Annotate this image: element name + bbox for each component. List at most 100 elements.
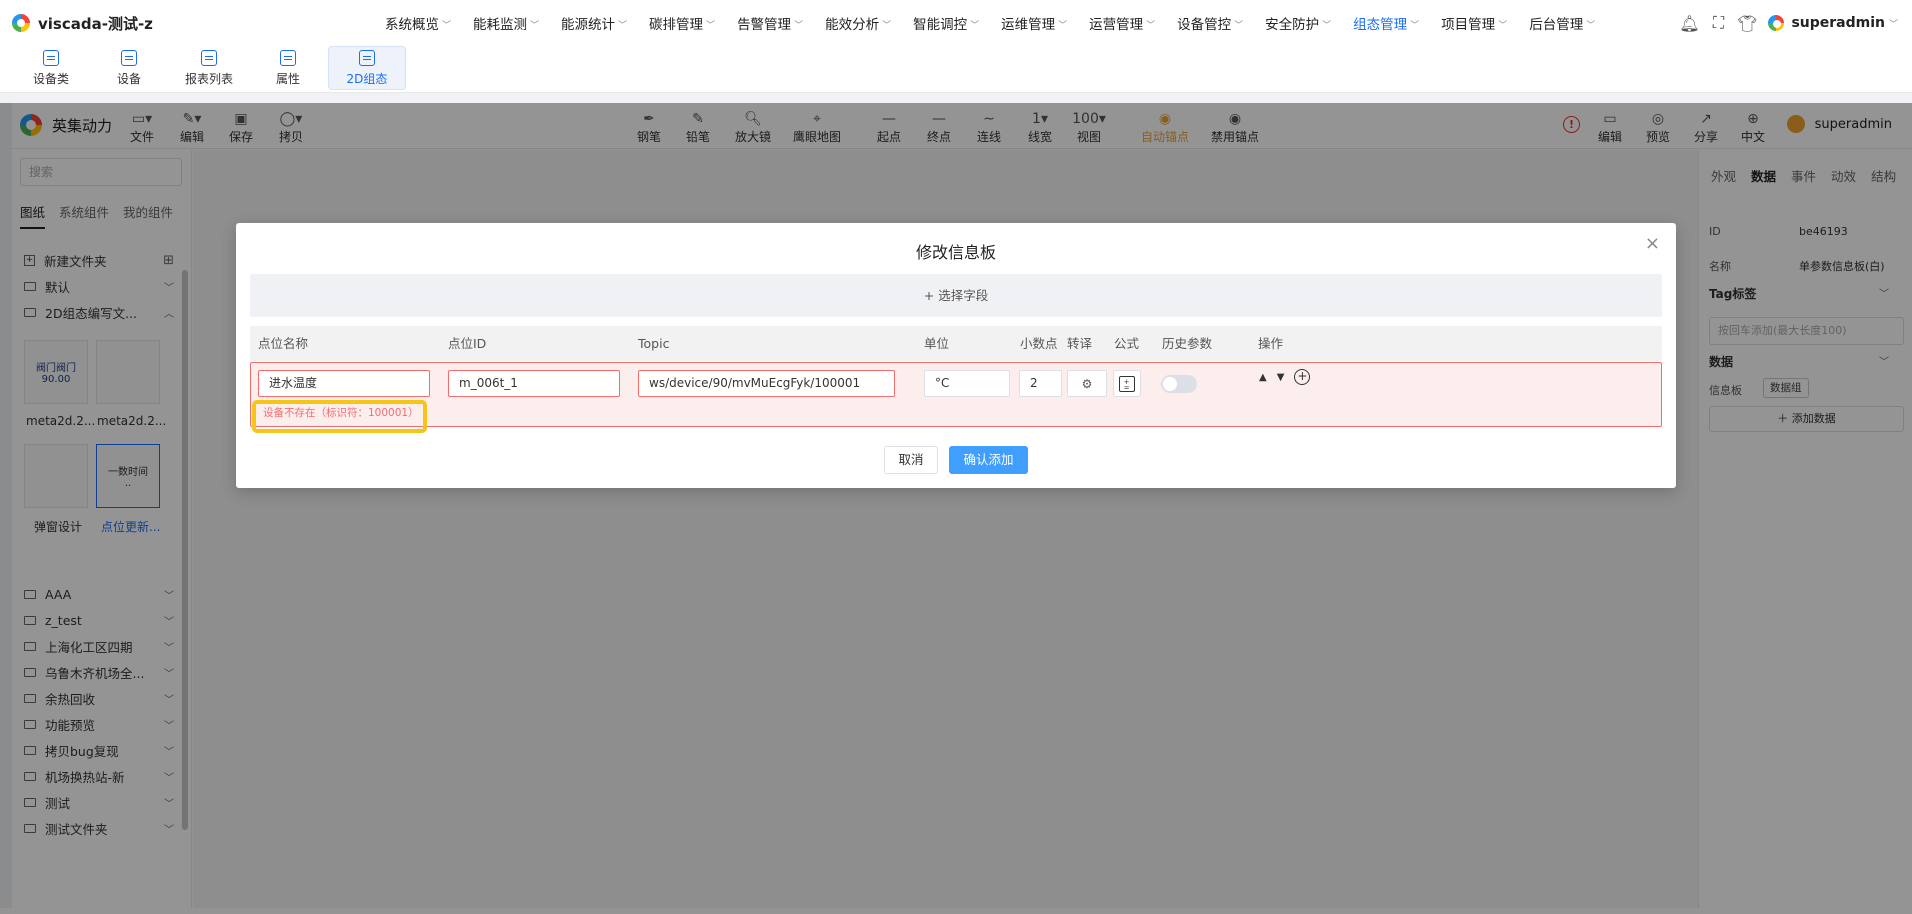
column-header: 历史参数 <box>1162 336 1213 351</box>
tab-device-class[interactable]: 设备类 <box>12 46 90 90</box>
app-logo-icon <box>12 14 30 32</box>
menu-item-label: 运维管理 <box>1001 17 1056 33</box>
column-header: 转译 <box>1067 336 1093 351</box>
menu-item-label: 系统概览 <box>385 17 439 33</box>
chevron-down-icon: ﹀ <box>442 20 452 31</box>
tab-label: 属性 <box>275 71 300 86</box>
bell-icon[interactable]: 🔔︎ <box>1679 14 1699 33</box>
menu-item-label: 能效分析 <box>825 17 880 33</box>
user-chevron-down-icon[interactable]: ﹀ <box>1889 17 1898 30</box>
chevron-down-icon: ﹀ <box>1234 20 1244 31</box>
select-field-button[interactable]: + 选择字段 <box>250 274 1662 317</box>
user-menu[interactable]: superadmin <box>1791 15 1885 31</box>
topic-input[interactable]: ws/device/90/mvMuEcgFyk/100001 <box>638 370 895 397</box>
menu-item[interactable]: 运营管理 ﹀ <box>1089 13 1155 33</box>
dialog-title: 修改信息板 <box>915 243 996 262</box>
chevron-down-icon: ﹀ <box>1498 20 1508 31</box>
move-up-icon[interactable]: ▲ <box>1259 372 1267 383</box>
menu-item-label: 设备管控 <box>1177 17 1232 33</box>
chevron-down-icon: ﹀ <box>1058 20 1068 31</box>
tab-label: 设备 <box>116 71 141 86</box>
point-id-input[interactable]: m_006t_1 <box>448 370 620 397</box>
tab-label: 2D组态 <box>346 71 388 86</box>
menu-item-label: 安全防护 <box>1265 17 1320 33</box>
translate-settings-icon[interactable]: ⚙ <box>1067 370 1107 397</box>
edit-info-board-dialog: 修改信息板 × + 选择字段 点位名称 点位ID Topic 单位 小数点 转译… <box>236 223 1676 488</box>
add-row-icon[interactable]: + <box>1294 369 1311 385</box>
move-down-icon[interactable]: ▼ <box>1277 372 1285 383</box>
tab-attributes[interactable]: 属性 <box>249 46 327 90</box>
column-header: 单位 <box>924 336 950 351</box>
menu-item[interactable]: 碳排管理 ﹀ <box>649 13 715 33</box>
menu-item-label: 能源统计 <box>561 17 616 33</box>
table-row: 进水温度 m_006t_1 ws/device/90/mvMuEcgFyk/10… <box>250 362 1662 427</box>
chevron-down-icon: ﹀ <box>970 20 980 31</box>
chevron-down-icon: ﹀ <box>530 20 540 31</box>
menu-item[interactable]: 安全防护 ﹀ <box>1265 13 1331 33</box>
chevron-down-icon: ﹀ <box>1322 20 1332 31</box>
confirm-add-button[interactable]: 确认添加 <box>949 446 1028 474</box>
menu-item-label: 碳排管理 <box>649 17 704 33</box>
device-icon <box>121 49 137 66</box>
column-header: 公式 <box>1114 336 1140 351</box>
menu-item[interactable]: 设备管控 ﹀ <box>1177 13 1243 33</box>
attributes-icon <box>280 49 296 66</box>
column-header: 点位名称 <box>258 336 309 351</box>
decimals-input[interactable]: 2 <box>1019 370 1062 397</box>
main-menu: 系统概览 ﹀ 能耗监测 ﹀ 能源统计 ﹀ 碳排管理 ﹀ 告警管理 ﹀ 能效分析 ﹀ 智能调控 ﹀ 运维管理 ﹀… <box>385 0 1617 46</box>
sub-tabs: 设备类 设备 报表列表 属性 2D组态 <box>0 46 1912 93</box>
tab-2d-scada[interactable]: 2D组态 <box>328 46 406 90</box>
menu-item[interactable]: 系统概览 ﹀ <box>385 13 451 33</box>
fullscreen-icon[interactable]: ⛶ <box>1709 13 1727 32</box>
brand[interactable]: viscada-测试-z <box>12 13 153 34</box>
menu-item[interactable]: 运维管理 ﹀ <box>1001 13 1067 33</box>
menu-item[interactable]: 后台管理 ﹀ <box>1529 13 1595 33</box>
close-icon[interactable]: × <box>1645 233 1660 254</box>
chevron-down-icon: ﹀ <box>706 20 716 31</box>
formula-calculator-icon[interactable]: + = <box>1113 370 1141 397</box>
chevron-down-icon: ﹀ <box>1146 20 1156 31</box>
top-right-tools: 🔔︎ ⛶ 👕︎ superadmin ﹀ <box>1669 0 1898 46</box>
column-header: 点位ID <box>448 336 487 351</box>
menu-item[interactable]: 能效分析 ﹀ <box>825 13 891 33</box>
column-header: Topic <box>638 336 670 351</box>
menu-item-label: 智能调控 <box>913 17 968 33</box>
chevron-down-icon: ﹀ <box>882 20 892 31</box>
tab-device[interactable]: 设备 <box>90 46 168 90</box>
tab-report-list[interactable]: 报表列表 <box>170 46 248 90</box>
table-header: 点位名称 点位ID Topic 单位 小数点 转译 公式 历史参数 操作 <box>250 326 1662 361</box>
menu-item-label: 能耗监测 <box>473 17 528 33</box>
chevron-down-icon: ﹀ <box>794 20 804 31</box>
row-operations: ▲ ▼ + <box>1259 369 1311 385</box>
2d-scada-icon <box>359 49 375 66</box>
menu-item[interactable]: 项目管理 ﹀ <box>1441 13 1507 33</box>
menu-item[interactable]: 能源统计 ﹀ <box>561 13 627 33</box>
top-navbar: viscada-测试-z 系统概览 ﹀ 能耗监测 ﹀ 能源统计 ﹀ 碳排管理 ﹀ 告警管理 ﹀ 能效… <box>0 0 1912 46</box>
error-highlight-box <box>252 400 427 433</box>
menu-item-label: 后台管理 <box>1529 17 1584 33</box>
history-toggle[interactable] <box>1161 375 1197 393</box>
chevron-down-icon: ﹀ <box>618 20 628 31</box>
menu-item[interactable]: 能耗监测 ﹀ <box>473 13 539 33</box>
menu-item-label: 运营管理 <box>1089 17 1144 33</box>
menu-item[interactable]: 告警管理 ﹀ <box>737 13 803 33</box>
menu-item-label: 告警管理 <box>737 17 792 33</box>
device-class-icon <box>43 49 59 66</box>
menu-item-label: 组态管理 <box>1353 17 1408 33</box>
cancel-button[interactable]: 取消 <box>884 446 938 474</box>
chevron-down-icon: ﹀ <box>1586 20 1596 31</box>
theme-shirt-icon[interactable]: 👕︎ <box>1737 14 1757 33</box>
unit-input[interactable]: °C <box>924 370 1010 397</box>
column-header: 操作 <box>1258 336 1284 351</box>
chevron-down-icon: ﹀ <box>1410 20 1420 31</box>
point-name-input[interactable]: 进水温度 <box>258 370 430 397</box>
tab-label: 报表列表 <box>184 71 233 86</box>
menu-item[interactable]: 智能调控 ﹀ <box>913 13 979 33</box>
column-header: 小数点 <box>1020 336 1058 351</box>
menu-item[interactable]: 组态管理 ﹀ <box>1353 13 1419 33</box>
menu-item-label: 项目管理 <box>1441 17 1496 33</box>
user-avatar-icon[interactable] <box>1767 14 1785 32</box>
tab-label: 设备类 <box>32 71 69 86</box>
report-icon <box>201 49 217 66</box>
app-title: viscada-测试-z <box>38 14 153 33</box>
